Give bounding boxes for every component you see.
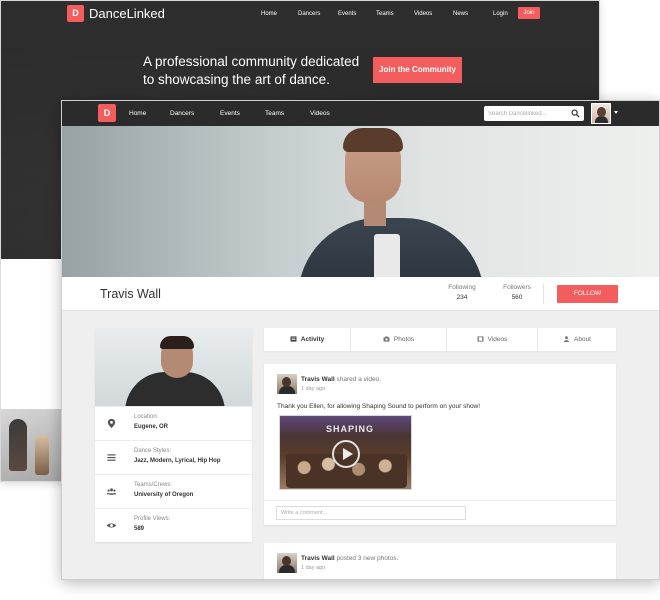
tab-videos-label: Videos [487,336,508,343]
nav-events[interactable]: Events [220,101,240,126]
video-thumbnail[interactable]: SHAPING [279,415,412,490]
tab-activity-label: Activity [300,336,325,343]
post-title: Travis Wall shared a video. [301,375,381,384]
film-icon [477,336,484,342]
post-action: posted 3 new photos. [336,555,399,562]
followers-label: Followers [503,284,531,291]
post-timestamp: 1 day ago [301,565,326,571]
post-author-avatar[interactable] [277,553,297,573]
tab-about-label: About [574,336,591,343]
search-box [484,106,584,121]
landing-nav-teams[interactable]: Teams [376,8,394,20]
app-logo-icon[interactable]: D [98,104,116,122]
styles-value: Jazz, Modern, Lyrical, Hip Hop [134,458,221,464]
landing-tagline-line2: to showcasing the art of dance. [143,72,330,87]
post-title: Travis Wall posted 3 new photos. [301,554,398,563]
user-icon [563,336,570,342]
tab-photos[interactable]: Photos [351,328,447,351]
following-count: 234 [456,294,468,301]
cover-photo [62,126,659,277]
post-author-name[interactable]: Travis Wall [301,376,335,383]
followers-count: 560 [511,294,523,301]
styles-label: Dance Styles: [134,448,172,454]
activity-icon [290,336,297,342]
landing-dancer-photo [1,409,63,481]
info-styles-row: Dance Styles: Jazz, Modern, Lyrical, Hip… [95,440,252,474]
screenshot-stage: D DanceLinked Home Dancers Events Teams … [0,0,660,600]
location-label: Location: [134,414,159,420]
landing-logo-icon[interactable]: D [67,5,84,22]
nav-videos[interactable]: Videos [310,101,330,126]
search-icon[interactable] [571,109,580,118]
following-label: Following [448,284,476,291]
user-avatar[interactable] [591,103,611,124]
divider [543,284,544,304]
nav-home[interactable]: Home [129,101,146,126]
comment-input[interactable] [276,506,466,520]
activity-post: Travis Wall shared a video. 1 day ago Th… [264,364,616,525]
profile-name: Travis Wall [100,287,161,301]
chevron-down-icon[interactable] [614,111,618,114]
nav-dancers[interactable]: Dancers [170,101,194,126]
teams-label: Teams/Crews: [134,482,173,488]
landing-nav-home[interactable]: Home [261,8,277,20]
profile-header-bar: Travis Wall Following 234 Followers 560 … [62,277,659,311]
activity-post: Travis Wall posted 3 new photos. 1 day a… [264,543,616,579]
search-input[interactable] [488,106,568,121]
group-icon [106,488,117,495]
landing-nav-events[interactable]: Events [338,8,356,20]
landing-nav: D DanceLinked Home Dancers Events Teams … [1,1,599,27]
tab-videos[interactable]: Videos [447,328,538,351]
list-icon [107,454,116,461]
post-author-name[interactable]: Travis Wall [301,555,335,562]
play-icon[interactable] [332,440,360,468]
eye-icon [106,523,117,528]
views-value: 589 [134,526,145,532]
tab-about[interactable]: About [538,328,616,351]
camera-icon [383,336,390,342]
app-navbar: D Home Dancers Events Teams Videos [62,101,659,126]
post-action: shared a video. [336,376,381,383]
landing-nav-login[interactable]: Login [493,8,508,20]
nav-teams[interactable]: Teams [265,101,284,126]
post-comment-bar [264,500,616,525]
landing-tagline-line1: A professional community dedicated [143,54,360,69]
map-pin-icon [107,418,116,429]
teams-value: University of Oregon [134,492,194,498]
profile-info-card: Location: Eugene, OR Dance Styles: Jazz,… [95,328,252,542]
landing-join-button[interactable]: Join [518,7,540,19]
tab-photos-label: Photos [393,336,415,343]
info-views-row: Profile Views: 589 [95,508,252,542]
landing-nav-dancers[interactable]: Dancers [298,8,320,20]
follow-button[interactable]: FOLLOW [557,285,618,303]
post-author-avatar[interactable] [277,374,297,394]
post-timestamp: 1 day ago [301,386,326,392]
post-text: Thank you Ellen, for allowing Shaping So… [277,403,481,410]
join-community-button[interactable]: Join the Community [373,57,462,83]
profile-photo [95,328,252,406]
location-value: Eugene, OR [134,424,169,430]
info-location-row: Location: Eugene, OR [95,406,252,440]
profile-page-window: D Home Dancers Events Teams Videos Searc… [61,100,660,580]
landing-brand-name[interactable]: DanceLinked [89,5,165,22]
followers-stat[interactable]: Followers 560 [492,283,542,303]
landing-tagline: A professional community dedicated to sh… [143,53,363,89]
landing-nav-news[interactable]: News [453,8,468,20]
info-teams-row: Teams/Crews: University of Oregon [95,474,252,508]
landing-nav-videos[interactable]: Videos [414,8,432,20]
following-stat[interactable]: Following 234 [437,283,487,303]
tab-activity[interactable]: Activity [264,328,351,351]
video-title-mark: SHAPING [326,424,375,434]
profile-tabs: Activity Photos Videos About [264,328,616,351]
views-label: Profile Views: [134,516,171,522]
